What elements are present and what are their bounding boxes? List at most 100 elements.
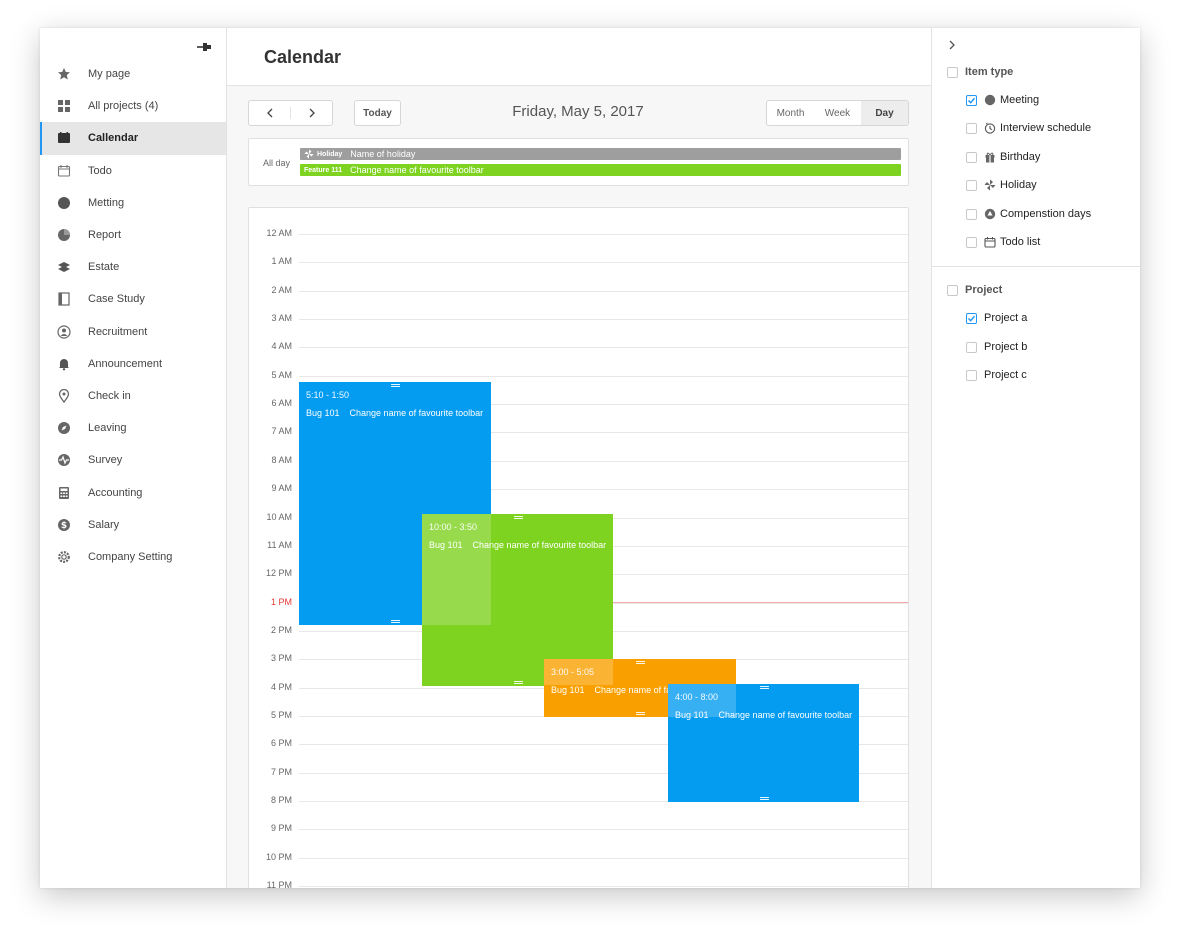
filter-item-interview-schedule[interactable]: Interview schedule <box>966 122 1091 134</box>
all-day-label: All day <box>263 158 291 168</box>
resize-handle-top[interactable] <box>391 384 400 387</box>
calculator-icon <box>56 485 72 501</box>
checkbox-checked[interactable] <box>966 312 977 324</box>
layers-icon <box>56 259 72 275</box>
filter-item-project-c[interactable]: Project c <box>966 369 1027 381</box>
sidebar-item-all-projects[interactable]: All projects (4) <box>40 90 226 122</box>
item-type-title: Item type <box>965 66 1014 78</box>
pulse-icon <box>56 452 72 468</box>
filter-item-birthday[interactable]: Birthday <box>966 151 1040 163</box>
checkbox[interactable] <box>966 208 977 220</box>
view-day-button[interactable]: Day <box>861 101 908 125</box>
sidebar-item-leaving[interactable]: Leaving <box>40 412 226 444</box>
pin-icon[interactable] <box>196 40 212 54</box>
resize-handle-bottom[interactable] <box>391 620 400 623</box>
checkbox[interactable] <box>966 122 977 134</box>
filter-item-label: Interview schedule <box>1000 122 1092 134</box>
sidebar-item-recruitment[interactable]: Recruitment <box>40 316 226 348</box>
project-filter-header[interactable]: Project <box>947 284 1002 296</box>
sidebar-item-survey[interactable]: Survey <box>40 444 226 476</box>
event-time: 10:00 - 3:50 <box>429 522 478 532</box>
sidebar-item-todo[interactable]: Todo <box>40 155 226 187</box>
hour-label: 3 PM <box>270 653 292 664</box>
main-content: Calendar Today Friday, May 5, 2017 Month… <box>227 28 931 888</box>
dollar-icon: $ <box>56 517 72 533</box>
checkbox[interactable] <box>966 236 977 248</box>
sidebar-item-salary[interactable]: $ Salary <box>40 509 226 541</box>
event-bug-id: Bug 101 <box>429 540 463 550</box>
resize-handle-top[interactable] <box>513 516 523 519</box>
hour-row: 2 AM <box>249 285 908 295</box>
hour-row: 10 PM <box>249 852 908 862</box>
sidebar-item-case-study[interactable]: Case Study <box>40 283 226 315</box>
sidebar-nav: My page All projects (4) Callendar Todo … <box>40 58 226 573</box>
hour-label: 7 AM <box>271 426 292 437</box>
project-checkbox[interactable] <box>947 284 958 296</box>
hour-label: 5 PM <box>270 709 292 720</box>
sidebar-item-report[interactable]: Report <box>40 219 226 251</box>
hour-row: 12 AM <box>249 228 908 238</box>
meeting-dot-icon <box>984 94 996 106</box>
collapse-panel-button[interactable] <box>946 38 958 52</box>
checkbox[interactable] <box>966 341 977 353</box>
filter-item-label: Project b <box>984 341 1028 353</box>
item-type-filter-header[interactable]: Item type <box>947 66 1013 78</box>
item-type-checkbox[interactable] <box>947 66 958 78</box>
view-week-button[interactable]: Week <box>814 101 861 125</box>
sidebar-item-label: Recruitment <box>88 325 148 338</box>
resize-handle-top[interactable] <box>636 661 645 664</box>
event-block[interactable]: 4:00 - 8:00 Bug 101 Change name of favour… <box>668 684 859 802</box>
filter-item-label: Holiday <box>1000 179 1037 191</box>
resize-handle-top[interactable] <box>759 686 769 689</box>
next-button[interactable] <box>291 101 332 125</box>
calendar-small-icon <box>984 236 996 248</box>
checkbox[interactable] <box>966 179 977 191</box>
checkbox-checked[interactable] <box>966 94 977 106</box>
sidebar-item-label: Todo <box>88 164 112 177</box>
hour-label: 4 AM <box>271 341 292 352</box>
pinwheel-icon <box>304 149 314 159</box>
sidebar-item-metting[interactable]: Metting <box>40 187 226 219</box>
hour-label: 12 AM <box>266 228 292 238</box>
checkmark-icon <box>967 315 976 322</box>
map-pin-icon <box>56 388 72 404</box>
hour-row: 9 PM <box>249 823 908 833</box>
sidebar-item-label: Accounting <box>88 486 143 499</box>
today-button[interactable]: Today <box>354 100 401 126</box>
filter-item-project-b[interactable]: Project b <box>966 341 1027 353</box>
day-grid: 11 PM 10 PM 9 PM 8 PM 7 PM 6 PM 5 PM 4 PM 3 PM 2 … <box>248 207 909 888</box>
all-day-holiday-event[interactable]: Holiday Name of holiday <box>300 148 901 160</box>
sidebar-item-announcement[interactable]: Announcement <box>40 348 226 380</box>
user-circle-icon <box>56 324 72 340</box>
filter-item-project-a[interactable]: Project a <box>966 312 1027 324</box>
sidebar-item-estate[interactable]: Estate <box>40 251 226 283</box>
hour-row: 3 AM <box>249 313 908 323</box>
pinwheel-icon <box>984 179 996 191</box>
sidebar-item-accounting[interactable]: Accounting <box>40 476 226 508</box>
hour-label: 3 AM <box>271 313 292 324</box>
sidebar-item-label: Callendar <box>88 132 139 145</box>
filter-item-holiday[interactable]: Holiday <box>966 179 1037 191</box>
sidebar-item-my-page[interactable]: My page <box>40 58 226 90</box>
resize-handle-bottom[interactable] <box>759 797 769 800</box>
filter-item-todo-list[interactable]: Todo list <box>966 236 1040 248</box>
hour-gridline <box>299 375 908 377</box>
sidebar-item-callendar[interactable]: Callendar <box>40 122 226 155</box>
checkbox[interactable] <box>966 151 977 163</box>
event-description: Bug 101 Change name of favourite toolbar <box>429 540 606 550</box>
prev-button[interactable] <box>249 101 290 125</box>
resize-handle-bottom[interactable] <box>636 712 645 715</box>
filter-item-label: Birthday <box>1000 151 1041 163</box>
sidebar-item-check-in[interactable]: Check in <box>40 380 226 412</box>
sidebar-item-label: Check in <box>88 389 131 402</box>
sidebar: My page All projects (4) Callendar Todo … <box>40 28 227 888</box>
hour-gridline <box>299 829 908 831</box>
sidebar-item-label: Metting <box>88 196 125 209</box>
all-day-feature-event[interactable]: Feature 111 Change name of favourite too… <box>300 164 901 176</box>
checkbox[interactable] <box>966 369 977 381</box>
view-month-button[interactable]: Month <box>767 101 814 125</box>
filter-item-meeting[interactable]: Meeting <box>966 94 1039 106</box>
sidebar-item-company-setting[interactable]: Company Setting <box>40 541 226 573</box>
filter-item-compenstion-days[interactable]: Compenstion days <box>966 208 1091 220</box>
resize-handle-bottom[interactable] <box>513 681 523 684</box>
